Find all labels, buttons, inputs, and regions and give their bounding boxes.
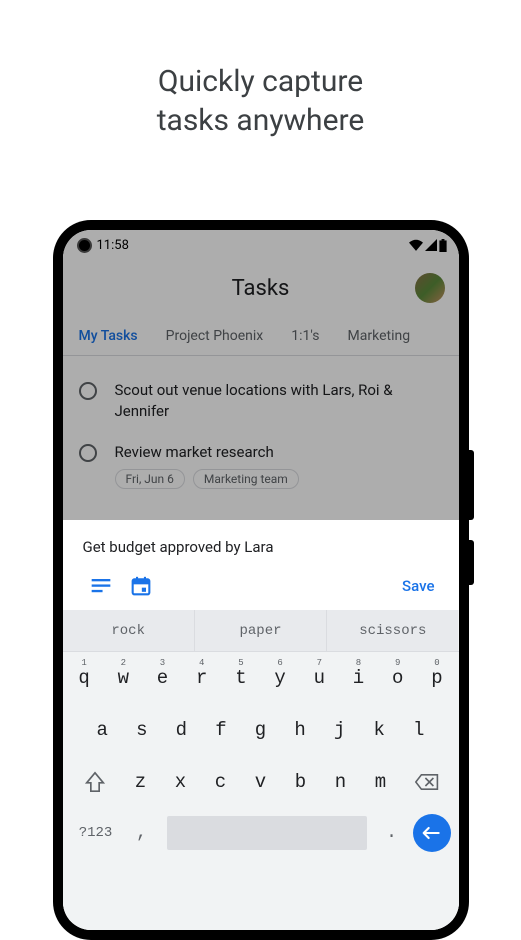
enter-key[interactable] [413, 814, 451, 852]
status-icons [409, 239, 447, 252]
task-checkbox[interactable] [79, 382, 97, 400]
key-p[interactable]: 0p [419, 658, 454, 698]
key-k[interactable]: k [361, 710, 397, 750]
task-list: Scout out venue locations with Lars, Roi… [63, 356, 459, 513]
task-tag-chip[interactable]: Marketing team [193, 469, 299, 489]
key-row-2: a s d f g h j k l [63, 704, 459, 756]
tab-my-tasks[interactable]: My Tasks [79, 328, 138, 344]
key-a[interactable]: a [84, 710, 120, 750]
key-v[interactable]: v [243, 762, 279, 802]
battery-icon [439, 239, 447, 252]
space-key[interactable] [167, 816, 367, 850]
comma-key[interactable]: , [127, 814, 157, 852]
key-r[interactable]: 4r [184, 658, 219, 698]
status-bar: 11:58 [63, 230, 459, 260]
key-f[interactable]: f [203, 710, 239, 750]
key-z[interactable]: z [123, 762, 159, 802]
task-date-chip[interactable]: Fri, Jun 6 [115, 469, 185, 489]
task-row[interactable]: Scout out venue locations with Lars, Roi… [79, 370, 443, 432]
key-m[interactable]: m [363, 762, 399, 802]
phone-side-button-2 [469, 540, 474, 585]
suggestion[interactable]: paper [194, 610, 326, 651]
headline-line2: tasks anywhere [0, 101, 521, 140]
key-e[interactable]: 3e [145, 658, 180, 698]
key-g[interactable]: g [243, 710, 279, 750]
keyboard: rock paper scissors 1q 2w 3e 4r 5t 6y 7u… [63, 610, 459, 930]
tab-bar: My Tasks Project Phoenix 1:1's Marketing [63, 316, 459, 356]
key-row-3: z x c v b n m [63, 756, 459, 808]
key-y[interactable]: 6y [263, 658, 298, 698]
task-row[interactable]: Review market research Fri, Jun 6 Market… [79, 432, 443, 499]
phone-side-button [469, 450, 474, 520]
backspace-key[interactable] [403, 762, 451, 802]
headline-line1: Quickly capture [0, 62, 521, 101]
key-s[interactable]: s [124, 710, 160, 750]
key-x[interactable]: x [163, 762, 199, 802]
backspace-icon [415, 773, 439, 791]
task-text: Review market research [115, 442, 299, 463]
app-header: Tasks [63, 260, 459, 316]
key-d[interactable]: d [164, 710, 200, 750]
key-b[interactable]: b [283, 762, 319, 802]
key-t[interactable]: 5t [223, 658, 258, 698]
period-key[interactable]: . [377, 814, 407, 852]
shift-key[interactable] [71, 762, 119, 802]
details-icon[interactable] [81, 579, 121, 593]
key-i[interactable]: 8i [341, 658, 376, 698]
avatar[interactable] [415, 273, 445, 303]
key-j[interactable]: j [322, 710, 358, 750]
enter-icon [422, 826, 442, 840]
key-row-1: 1q 2w 3e 4r 5t 6y 7u 8i 9o 0p [63, 652, 459, 704]
tab-project-phoenix[interactable]: Project Phoenix [166, 328, 264, 344]
wifi-icon [409, 239, 423, 251]
key-u[interactable]: 7u [302, 658, 337, 698]
signal-icon [425, 239, 437, 251]
suggestion[interactable]: scissors [326, 610, 458, 651]
symbols-key[interactable]: ?123 [71, 814, 121, 852]
camera-hole [77, 238, 92, 253]
key-w[interactable]: 2w [106, 658, 141, 698]
suggestion[interactable]: rock [63, 610, 194, 651]
new-task-input[interactable]: Get budget approved by Lara [63, 520, 459, 568]
phone-screen: 11:58 Tasks My Tasks Project Phoenix 1:1… [63, 230, 459, 930]
key-row-4: ?123 , . [63, 808, 459, 862]
tab-marketing[interactable]: Marketing [348, 328, 411, 344]
clock: 11:58 [97, 238, 129, 253]
phone-frame: 11:58 Tasks My Tasks Project Phoenix 1:1… [53, 220, 469, 940]
key-o[interactable]: 9o [380, 658, 415, 698]
key-h[interactable]: h [282, 710, 318, 750]
key-l[interactable]: l [401, 710, 437, 750]
key-c[interactable]: c [203, 762, 239, 802]
new-task-sheet: Get budget approved by Lara Save rock pa… [63, 520, 459, 930]
task-text: Scout out venue locations with Lars, Roi… [115, 380, 443, 422]
key-q[interactable]: 1q [66, 658, 101, 698]
suggestion-bar: rock paper scissors [63, 610, 459, 652]
task-checkbox[interactable] [79, 444, 97, 462]
calendar-icon[interactable] [121, 576, 161, 596]
promo-headline: Quickly capture tasks anywhere [0, 0, 521, 140]
key-n[interactable]: n [323, 762, 359, 802]
save-button[interactable]: Save [402, 577, 440, 595]
tab-one-on-ones[interactable]: 1:1's [291, 328, 319, 344]
shift-icon [85, 771, 105, 793]
app-title: Tasks [232, 276, 290, 301]
